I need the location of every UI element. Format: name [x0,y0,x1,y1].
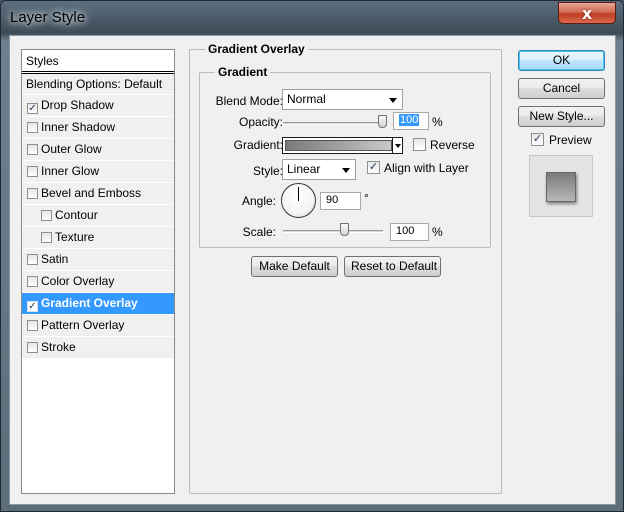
style-item-label: Blending Options: Default [26,77,163,91]
style-item-label: Texture [55,230,95,244]
style-item[interactable]: Texture [22,227,174,249]
scale-slider-track[interactable] [283,230,383,233]
chevron-down-icon [342,168,350,173]
ok-button[interactable]: OK [518,50,605,71]
style-checkbox[interactable] [41,232,52,243]
style-checkbox[interactable] [41,210,52,221]
blend-mode-value: Normal [287,92,326,106]
style-checkbox[interactable]: ✓ [27,301,38,312]
close-button[interactable]: x [558,2,616,24]
style-checkbox[interactable] [27,276,38,287]
title-bar[interactable]: Layer Style x [1,1,623,35]
style-item[interactable]: Contour [22,205,174,227]
style-item-label: Stroke [41,340,76,354]
style-item-label: Pattern Overlay [41,318,125,332]
gradient-label: Gradient: [233,138,283,152]
opacity-value: 100 [399,114,420,126]
close-icon: x [581,4,593,23]
scale-value: 100 [396,225,415,237]
style-item-label: Inner Shadow [41,120,116,134]
angle-dial[interactable] [281,183,316,218]
style-checkbox[interactable] [27,320,38,331]
gradient-group-title: Gradient [215,65,271,79]
reverse-checkbox[interactable] [413,138,426,151]
style-value: Linear [287,162,321,176]
style-item[interactable]: Pattern Overlay [22,315,174,337]
gradient-picker[interactable] [282,137,403,154]
angle-unit: ° [364,191,369,205]
angle-value: 90 [326,194,339,206]
style-item[interactable]: Outer Glow [22,139,174,161]
gradient-dropdown-icon[interactable] [392,138,402,153]
style-item[interactable]: Inner Glow [22,161,174,183]
style-item[interactable]: Bevel and Emboss [22,183,174,205]
reverse-label: Reverse [430,138,475,152]
style-item-label: Inner Glow [41,164,100,178]
scale-label: Scale: [242,225,276,239]
gradient-swatch[interactable] [285,140,392,151]
checkmark-icon: ✓ [532,133,543,145]
blend-mode-select[interactable]: Normal [282,89,403,110]
style-item[interactable]: Satin [22,249,174,271]
opacity-slider-thumb[interactable] [378,115,387,128]
opacity-unit: % [432,115,443,129]
styles-list: Blending Options: Default ✓ Drop Shadow Inn… [22,73,174,359]
chevron-down-icon [389,98,397,103]
layer-style-window: Layer Style x Styles Blending Options: D… [0,0,624,512]
preview-swatch [546,172,576,202]
style-select[interactable]: Linear [282,159,356,180]
style-item[interactable]: Blending Options: Default [22,73,174,95]
preview-label: Preview [549,133,592,147]
opacity-input[interactable]: 100 [393,112,429,130]
new-style-button[interactable]: New Style... [518,106,605,127]
style-checkbox[interactable] [27,254,38,265]
scale-slider-thumb[interactable] [340,223,349,236]
style-item-label: Outer Glow [41,142,102,156]
style-checkbox[interactable] [27,188,38,199]
align-with-layer-label: Align with Layer [384,161,469,175]
style-checkbox[interactable] [27,342,38,353]
angle-input[interactable]: 90 [320,192,361,210]
style-item-label: Satin [41,252,69,266]
blend-mode-label: Blend Mode: [215,94,283,108]
style-checkbox[interactable] [27,122,38,133]
window-title: Layer Style [10,9,86,26]
align-with-layer-checkbox[interactable]: ✓ [367,161,380,174]
style-preview [529,155,593,217]
opacity-label: Opacity: [238,115,283,129]
styles-panel: Styles Blending Options: Default ✓ Drop Sh… [21,49,175,494]
style-item[interactable]: Stroke [22,337,174,359]
opacity-slider-track[interactable] [283,122,383,125]
style-checkbox[interactable] [27,166,38,177]
scale-unit: % [432,225,443,239]
style-checkbox[interactable] [27,144,38,155]
style-item-label: Contour [55,208,98,222]
styles-header[interactable]: Styles [22,50,174,72]
make-default-button[interactable]: Make Default [251,256,338,277]
reset-to-default-button[interactable]: Reset to Default [344,256,441,277]
style-item[interactable]: ✓ Drop Shadow [22,95,174,117]
style-item[interactable]: Inner Shadow [22,117,174,139]
preview-checkbox[interactable]: ✓ [531,133,544,146]
style-checkbox[interactable]: ✓ [27,103,38,114]
checkmark-icon: ✓ [368,161,379,173]
scale-input[interactable]: 100 [390,223,429,241]
style-item-label: Drop Shadow [41,98,114,112]
style-item-label: Bevel and Emboss [41,186,142,200]
gradient-overlay-title: Gradient Overlay [205,42,308,56]
style-item[interactable]: ✓ Gradient Overlay [22,293,174,315]
cancel-button[interactable]: Cancel [518,78,605,99]
angle-label: Angle: [241,194,276,208]
style-item-label: Gradient Overlay [41,296,138,310]
style-item-label: Color Overlay [41,274,115,288]
style-label: Style: [252,164,283,178]
dialog-client-area: Styles Blending Options: Default ✓ Drop Sh… [9,35,616,505]
style-item[interactable]: Color Overlay [22,271,174,293]
